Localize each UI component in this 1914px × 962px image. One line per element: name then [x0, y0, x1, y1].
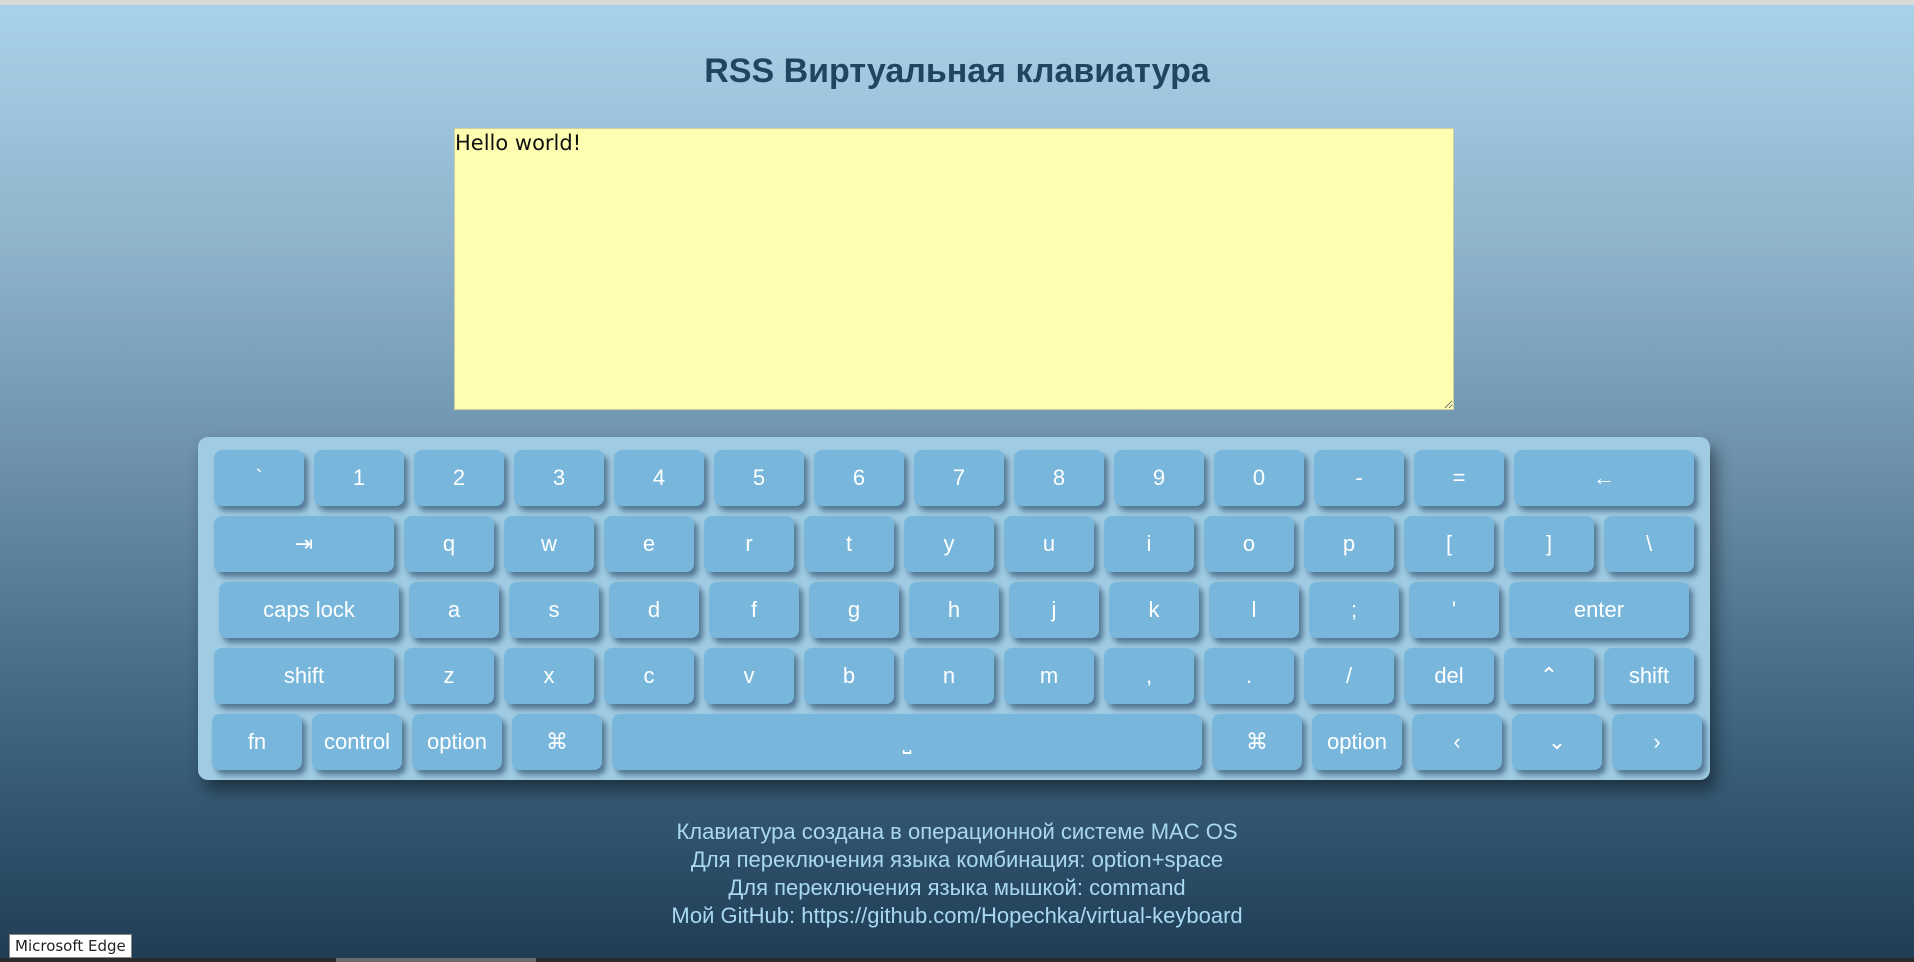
key-c[interactable]: c	[604, 648, 694, 704]
key-quote[interactable]: '	[1409, 582, 1499, 638]
footer-github-link[interactable]: Мой GitHub: https://github.com/Hopechka/…	[0, 902, 1914, 930]
key-u[interactable]: u	[1004, 516, 1094, 572]
key-option-right[interactable]: option	[1312, 714, 1402, 770]
key-h[interactable]: h	[909, 582, 999, 638]
footer-os-note: Клавиатура создана в операционной систем…	[676, 819, 1238, 844]
page-title: RSS Виртуальная клавиатура	[704, 52, 1210, 90]
key-k[interactable]: k	[1109, 582, 1199, 638]
key-slash[interactable]: /	[1304, 648, 1394, 704]
key-o[interactable]: o	[1204, 516, 1294, 572]
key-w[interactable]: w	[504, 516, 594, 572]
key-comma[interactable]: ,	[1104, 648, 1194, 704]
key-r[interactable]: r	[704, 516, 794, 572]
key-command-left[interactable]: ⌘	[512, 714, 602, 770]
key-4[interactable]: 4	[614, 450, 704, 506]
key-d[interactable]: d	[609, 582, 699, 638]
key-space[interactable]: ⎵	[612, 714, 1202, 770]
key-bracket-right[interactable]: ]	[1504, 516, 1594, 572]
key-control[interactable]: control	[312, 714, 402, 770]
key-backtick[interactable]: `	[214, 450, 304, 506]
key-period[interactable]: .	[1204, 648, 1294, 704]
key-l[interactable]: l	[1209, 582, 1299, 638]
key-m[interactable]: m	[1004, 648, 1094, 704]
key-shift-left[interactable]: shift	[214, 648, 394, 704]
key-minus[interactable]: -	[1314, 450, 1404, 506]
key-arrow-right[interactable]: ›	[1612, 714, 1702, 770]
key-v[interactable]: v	[704, 648, 794, 704]
key-p[interactable]: p	[1304, 516, 1394, 572]
key-command-right[interactable]: ⌘	[1212, 714, 1302, 770]
key-s[interactable]: s	[509, 582, 599, 638]
key-9[interactable]: 9	[1114, 450, 1204, 506]
key-6[interactable]: 6	[814, 450, 904, 506]
key-5[interactable]: 5	[714, 450, 804, 506]
key-arrow-up[interactable]: ⌃	[1504, 648, 1594, 704]
key-8[interactable]: 8	[1014, 450, 1104, 506]
window-top-edge	[0, 0, 1914, 5]
key-shift-right[interactable]: shift	[1604, 648, 1694, 704]
key-backslash[interactable]: \	[1604, 516, 1694, 572]
key-7[interactable]: 7	[914, 450, 1004, 506]
key-e[interactable]: e	[604, 516, 694, 572]
key-t[interactable]: t	[804, 516, 894, 572]
key-delete[interactable]: del	[1404, 648, 1494, 704]
key-0[interactable]: 0	[1214, 450, 1304, 506]
key-3[interactable]: 3	[514, 450, 604, 506]
browser-status-badge: Microsoft Edge	[9, 934, 132, 958]
key-n[interactable]: n	[904, 648, 994, 704]
key-equal[interactable]: =	[1414, 450, 1504, 506]
key-f[interactable]: f	[709, 582, 799, 638]
key-b[interactable]: b	[804, 648, 894, 704]
key-semicolon[interactable]: ;	[1309, 582, 1399, 638]
info-footer: Клавиатура создана в операционной систем…	[0, 818, 1914, 930]
key-z[interactable]: z	[404, 648, 494, 704]
key-y[interactable]: y	[904, 516, 994, 572]
key-g[interactable]: g	[809, 582, 899, 638]
key-backspace[interactable]: ←	[1514, 450, 1694, 506]
footer-mouse-note: Для переключения языка мышкой: command	[728, 875, 1186, 900]
key-1[interactable]: 1	[314, 450, 404, 506]
footer-shortcut-note: Для переключения языка комбинация: optio…	[690, 847, 1224, 872]
horizontal-scrollbar[interactable]	[0, 958, 1914, 962]
key-arrow-left[interactable]: ‹	[1412, 714, 1502, 770]
key-fn[interactable]: fn	[212, 714, 302, 770]
virtual-keyboard: ` 1 2 3 4 5 6 7 8 9 0- = ← ⇥ q w e r t y u i o p[] \ caps lock a s d…	[198, 437, 1710, 780]
scrollbar-thumb[interactable]	[336, 958, 536, 962]
key-q[interactable]: q	[404, 516, 494, 572]
key-caps-lock[interactable]: caps lock	[219, 582, 399, 638]
key-a[interactable]: a	[409, 582, 499, 638]
key-option-left[interactable]: option	[412, 714, 502, 770]
key-tab[interactable]: ⇥	[214, 516, 394, 572]
text-output-area[interactable]	[454, 128, 1454, 410]
key-j[interactable]: j	[1009, 582, 1099, 638]
key-enter[interactable]: enter	[1509, 582, 1689, 638]
key-i[interactable]: i	[1104, 516, 1194, 572]
key-arrow-down[interactable]: ⌄	[1512, 714, 1602, 770]
key-bracket-left[interactable]: [	[1404, 516, 1494, 572]
key-2[interactable]: 2	[414, 450, 504, 506]
key-x[interactable]: x	[504, 648, 594, 704]
